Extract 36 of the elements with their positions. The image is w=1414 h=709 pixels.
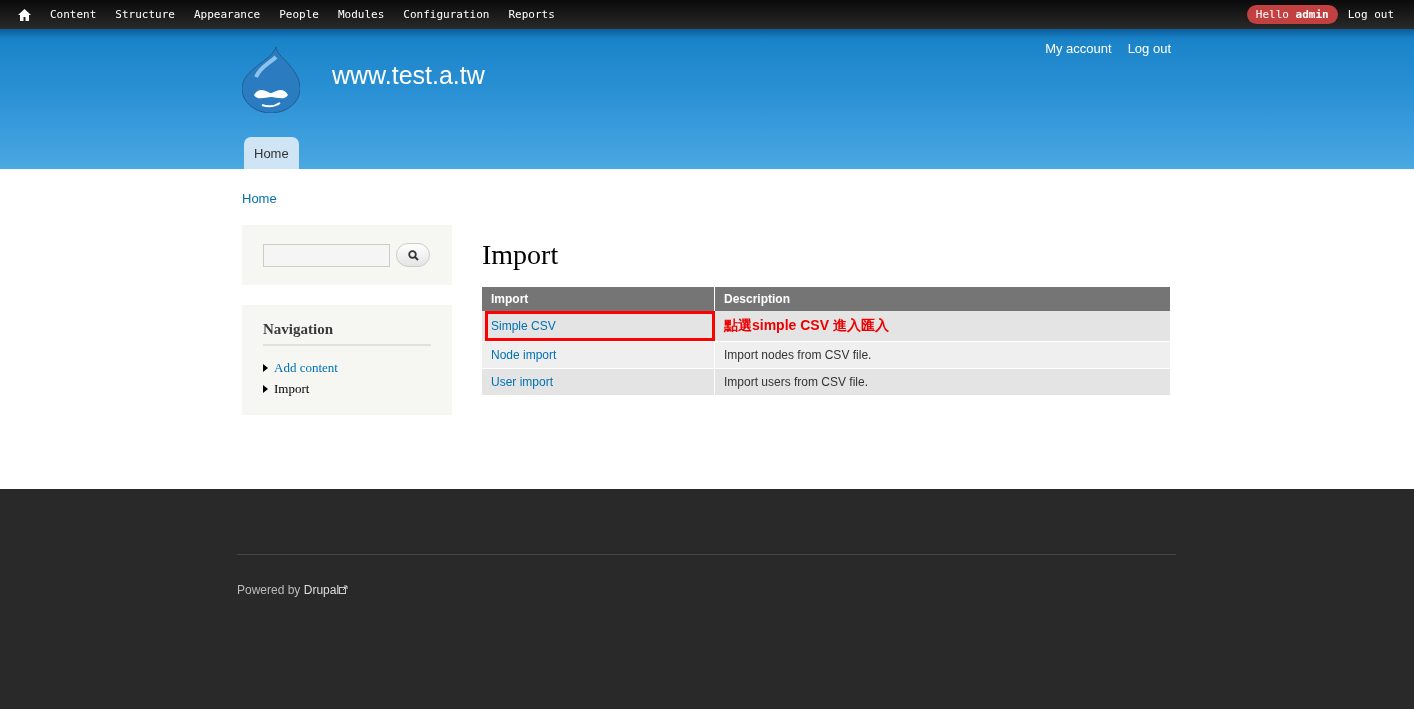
nav-link[interactable]: Import — [274, 381, 310, 397]
row-title-link[interactable]: Node import — [491, 348, 557, 362]
powered-by-text: Powered by Drupal — [237, 583, 349, 597]
bullet-icon — [263, 385, 268, 393]
logout-link[interactable]: Log out — [1347, 8, 1394, 21]
toolbar-link[interactable]: Modules — [337, 8, 385, 21]
description-text: Import nodes from CSV file. — [724, 348, 872, 362]
toolbar-link[interactable]: Appearance — [193, 8, 261, 21]
annotation-text: 點選simple CSV 進入匯入 — [724, 317, 889, 333]
search-field[interactable] — [263, 243, 390, 267]
column-header: Import — [482, 287, 715, 311]
page-title: Import — [482, 239, 559, 271]
toolbar-link[interactable]: Reports — [508, 8, 555, 21]
secondary-menu-link[interactable]: Log out — [1127, 41, 1171, 56]
greeting-badge[interactable]: Hello admin — [1246, 5, 1338, 24]
toolbar-link[interactable]: Configuration — [403, 8, 490, 21]
bullet-icon — [263, 364, 268, 372]
search-button[interactable] — [396, 243, 430, 267]
row-title-link[interactable]: Simple CSV — [491, 319, 556, 333]
toolbar-link[interactable]: People — [279, 8, 319, 21]
secondary-menu-link[interactable]: My account — [1045, 41, 1112, 56]
drop-logo-icon[interactable] — [242, 47, 300, 113]
block-title: Navigation — [263, 321, 431, 346]
toolbar-link[interactable]: Content — [50, 8, 97, 21]
home-icon[interactable] — [18, 8, 31, 21]
search-icon — [407, 249, 419, 261]
drupal-link[interactable]: Drupal — [303, 583, 340, 597]
menu-tab[interactable]: Home — [244, 137, 299, 169]
description-text: Import users from CSV file. — [724, 375, 869, 389]
external-link-icon — [339, 585, 349, 594]
nav-link[interactable]: Add content — [274, 360, 338, 376]
row-title-link[interactable]: User import — [491, 375, 553, 389]
site-name[interactable]: www.test.a.tw — [332, 61, 485, 91]
column-header: Description — [714, 287, 1171, 311]
toolbar-link[interactable]: Structure — [115, 8, 175, 21]
breadcrumb-link[interactable]: Home — [242, 169, 277, 206]
